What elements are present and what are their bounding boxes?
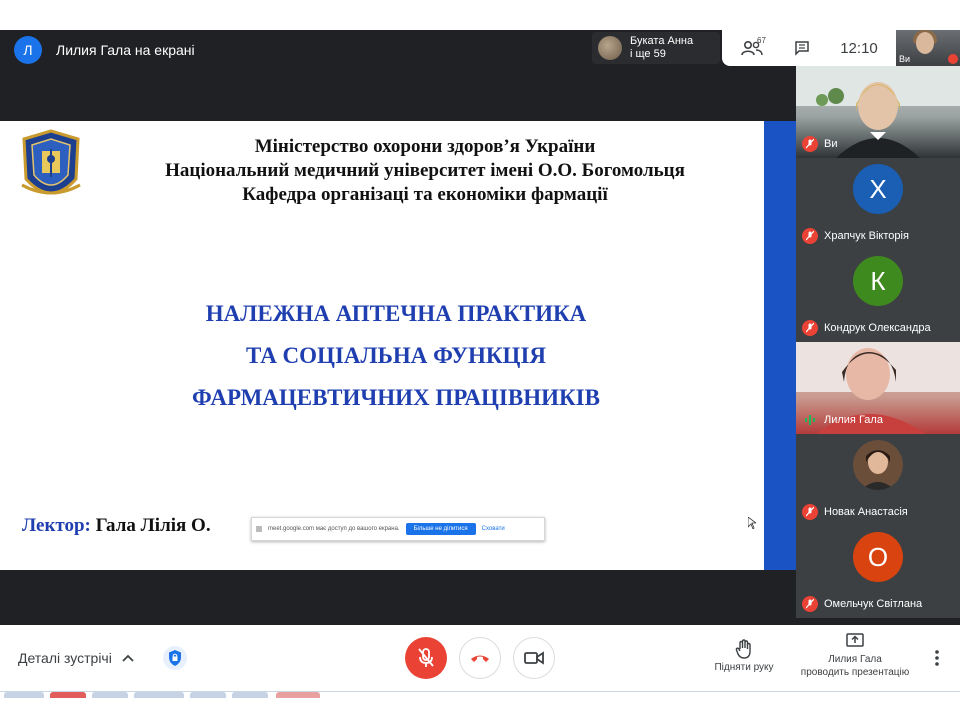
ministry-line: Міністерство охорони здоров’я України: [254, 136, 596, 157]
meeting-details-button[interactable]: Деталі зустрічі: [18, 650, 134, 666]
participant-name: Лилия Гала: [824, 414, 883, 426]
chat-icon: [795, 41, 809, 56]
university-crest-icon: [21, 129, 81, 195]
mic-off-icon: [802, 136, 818, 152]
speaking-indicator-icon: [802, 412, 818, 428]
participant-avatar: К: [853, 256, 903, 306]
security-shield-icon[interactable]: [163, 646, 187, 670]
participant-tile[interactable]: Новак Анастасія: [796, 434, 960, 526]
people-button[interactable]: 67: [722, 36, 782, 56]
more-options-button[interactable]: [928, 647, 946, 669]
participant-tile[interactable]: Ви: [796, 66, 960, 158]
slide-title-line: ТА СОЦІАЛЬНА ФУНКЦІЯ: [246, 343, 546, 368]
participant-name: Кондрук Олександра: [824, 322, 931, 334]
bottom-control-bar: Деталі зустрічі Підняти руку Лилия Гала …: [0, 625, 960, 691]
presenter-avatar: Л: [14, 36, 42, 64]
mic-off-icon: [802, 320, 818, 336]
speaker-avatar: [598, 36, 622, 60]
slide-edge-bar: [764, 121, 796, 570]
more-vert-icon: [935, 650, 939, 666]
taskbar-item[interactable]: [134, 692, 184, 698]
people-count: 67: [757, 36, 766, 45]
shared-slide: Міністерство охорони здоров’я України На…: [0, 121, 764, 570]
top-toolbar: 67 12:10: [722, 30, 896, 66]
participant-avatar: Х: [853, 164, 903, 214]
mic-off-icon: [802, 504, 818, 520]
participant-name: Омельчук Світлана: [824, 598, 923, 610]
taskbar-item[interactable]: [276, 692, 320, 698]
participant-tile[interactable]: О Омельчук Світлана: [796, 526, 960, 618]
presentation-status-button[interactable]: Лилия Гала проводить презентацію: [792, 633, 918, 679]
clock: 12:10: [840, 39, 878, 57]
taskbar-item[interactable]: [232, 692, 268, 698]
slide-title-line: ФАРМАЦЕВТИЧНИХ ПРАЦІВНИКІВ: [192, 385, 600, 410]
presenter-label: Лилия Гала на екрані: [56, 42, 195, 58]
taskbar-item[interactable]: [50, 692, 86, 698]
self-view-label: Ви: [899, 54, 911, 64]
taskbar-item[interactable]: [92, 692, 128, 698]
hang-up-icon: [471, 655, 489, 662]
chevron-up-icon: [122, 654, 134, 662]
chat-button[interactable]: [782, 40, 822, 56]
hide-notice-link[interactable]: Сховати: [482, 526, 505, 532]
slide-title-line: НАЛЕЖНА АПТЕЧНА ПРАКТИКА: [205, 301, 587, 326]
ministry-line: Кафедра організаці та економіки фармації: [242, 184, 608, 205]
participant-name: Ви: [824, 138, 838, 150]
lecturer-name: Гала Лілія О.: [95, 515, 211, 536]
meet-window: Л Лилия Гала на екрані Буката Анна і ще …: [0, 0, 960, 720]
taskbar-item[interactable]: [4, 692, 44, 698]
screen-share-notice: meet.google.com має доступ до вашого екр…: [251, 517, 545, 541]
participant-tile[interactable]: К Кондрук Олександра: [796, 250, 960, 342]
hand-icon: [735, 639, 751, 659]
mic-off-icon: [802, 596, 818, 612]
lecturer-label: Лектор:: [22, 515, 91, 536]
self-view-thumbnail[interactable]: Ви: [896, 30, 960, 66]
participant-tile[interactable]: Х Храпчук Вікторія: [796, 158, 960, 250]
presenter-name: Лилия Гала: [828, 654, 882, 665]
mic-off-icon: [948, 54, 958, 64]
os-taskbar: [0, 691, 960, 720]
mic-off-icon: [418, 648, 434, 667]
presenter-bar: Л Лилия Гала на екрані: [14, 36, 195, 64]
share-icon: [256, 526, 262, 532]
participant-photo: [853, 440, 903, 490]
camera-toggle-button[interactable]: [513, 637, 555, 679]
video-camera-icon: [524, 651, 544, 665]
top-strip: [0, 0, 960, 30]
mic-off-icon: [802, 228, 818, 244]
taskbar-item[interactable]: [190, 692, 226, 698]
presentation-status: проводить презентацію: [800, 667, 910, 678]
share-notice-text: meet.google.com має доступ до вашого екр…: [268, 526, 400, 532]
present-screen-icon: [846, 633, 864, 647]
raise-hand-label: Підняти руку: [714, 662, 774, 673]
participant-name: Новак Анастасія: [824, 506, 908, 518]
mouse-cursor-icon: [748, 517, 756, 529]
participant-name: Храпчук Вікторія: [824, 230, 909, 242]
active-speakers-chip[interactable]: Буката Анна і ще 59: [592, 32, 720, 64]
microphone-toggle-button[interactable]: [405, 637, 447, 679]
slide-title: НАЛЕЖНА АПТЕЧНА ПРАКТИКА ТА СОЦІАЛЬНА ФУ…: [0, 293, 792, 419]
participant-tiles: Ви Х Храпчук Вікторія К Кондрук Олександ…: [796, 66, 960, 618]
meeting-details-label: Деталі зустрічі: [18, 650, 112, 666]
speaker-more: і ще 59: [630, 48, 666, 60]
raise-hand-button[interactable]: Підняти руку: [706, 639, 782, 673]
lecturer-line: Лектор: Гала Лілія О.: [22, 515, 211, 537]
ministry-line: Національний медичний університет імені …: [165, 160, 685, 181]
leave-call-button[interactable]: [459, 637, 501, 679]
participant-tile[interactable]: Лилия Гала: [796, 342, 960, 434]
participant-avatar: О: [853, 532, 903, 582]
ministry-header: Міністерство охорони здоров’я України На…: [90, 135, 760, 207]
stop-sharing-button[interactable]: Більше не ділитися: [405, 523, 476, 535]
speaker-name: Буката Анна: [630, 35, 694, 47]
